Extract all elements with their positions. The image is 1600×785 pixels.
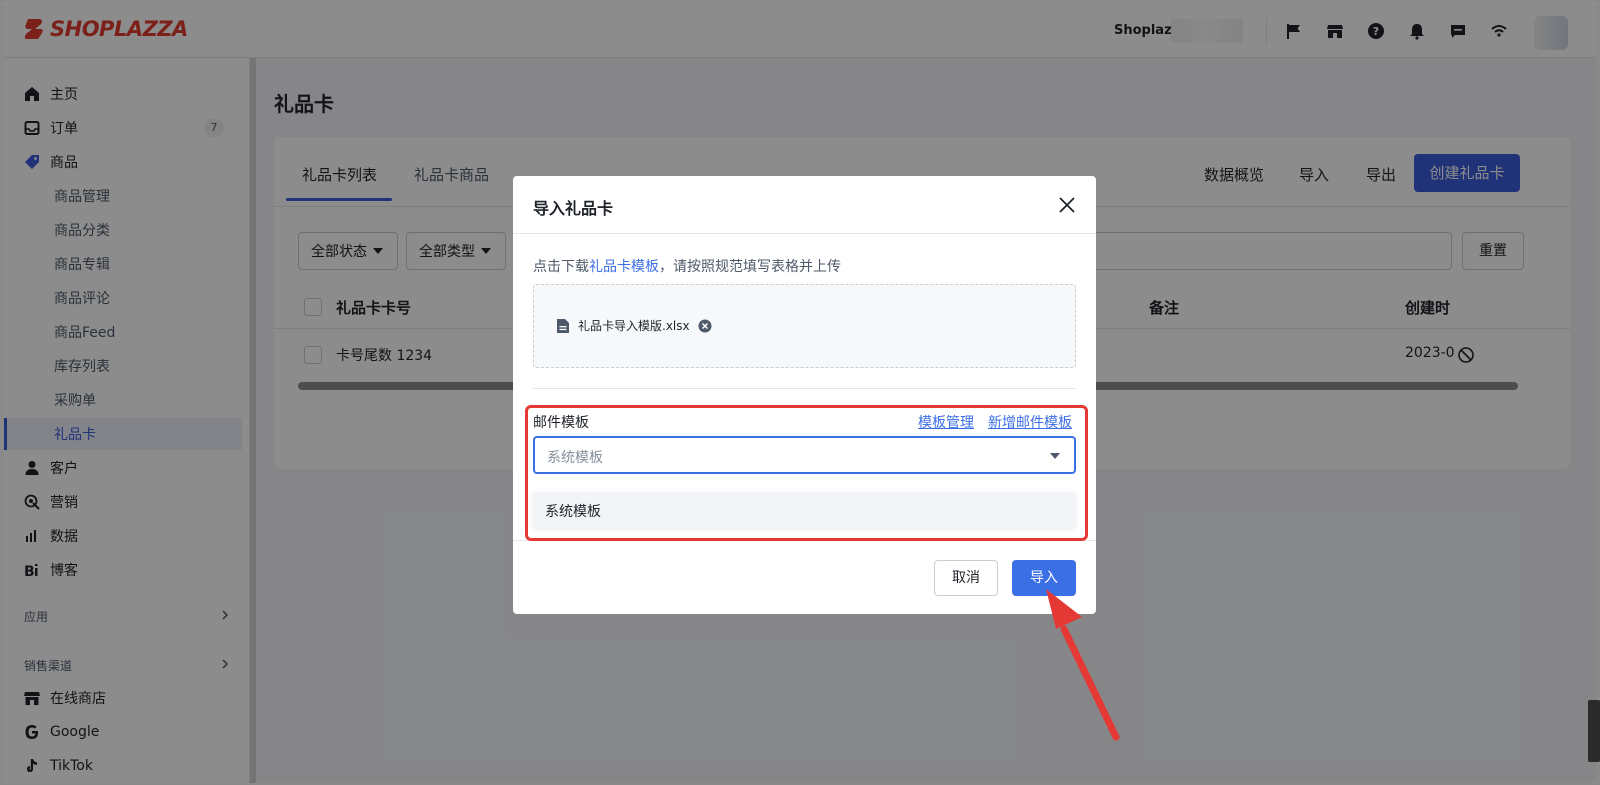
- cancel-button[interactable]: 取消: [934, 560, 998, 596]
- volume-meter: [1588, 700, 1600, 762]
- hint-suffix: ，请按照规范填写表格并上传: [659, 259, 841, 275]
- uploaded-file: 礼品卡导入模版.xlsx: [556, 317, 712, 334]
- annotation-arrow: [1046, 589, 1120, 741]
- file-icon: [557, 318, 569, 333]
- hint-prefix: 点击下载: [533, 259, 589, 275]
- file-name: 礼品卡导入模版.xlsx: [578, 319, 690, 333]
- dialog-title: 导入礼品卡: [533, 199, 614, 218]
- import-gift-card-dialog: 导入礼品卡 点击下载礼品卡模板，请按照规范填写表格并上传 礼品卡导入模版.xls…: [513, 176, 1096, 614]
- remove-file-icon[interactable]: [698, 319, 712, 333]
- download-hint: 点击下载礼品卡模板，请按照规范填写表格并上传: [533, 256, 841, 276]
- template-download-link[interactable]: 礼品卡模板: [589, 259, 659, 275]
- divider: [533, 388, 1076, 389]
- annotation-highlight-box: [525, 405, 1088, 541]
- close-icon[interactable]: [1058, 196, 1076, 214]
- dialog-header: 导入礼品卡: [513, 176, 1096, 234]
- file-dropzone[interactable]: 礼品卡导入模版.xlsx: [533, 284, 1076, 368]
- app-window: SHOPLAZZA Shoplazza ? 主页 订单 7 商品 商品管理 商品…: [4, 2, 1596, 783]
